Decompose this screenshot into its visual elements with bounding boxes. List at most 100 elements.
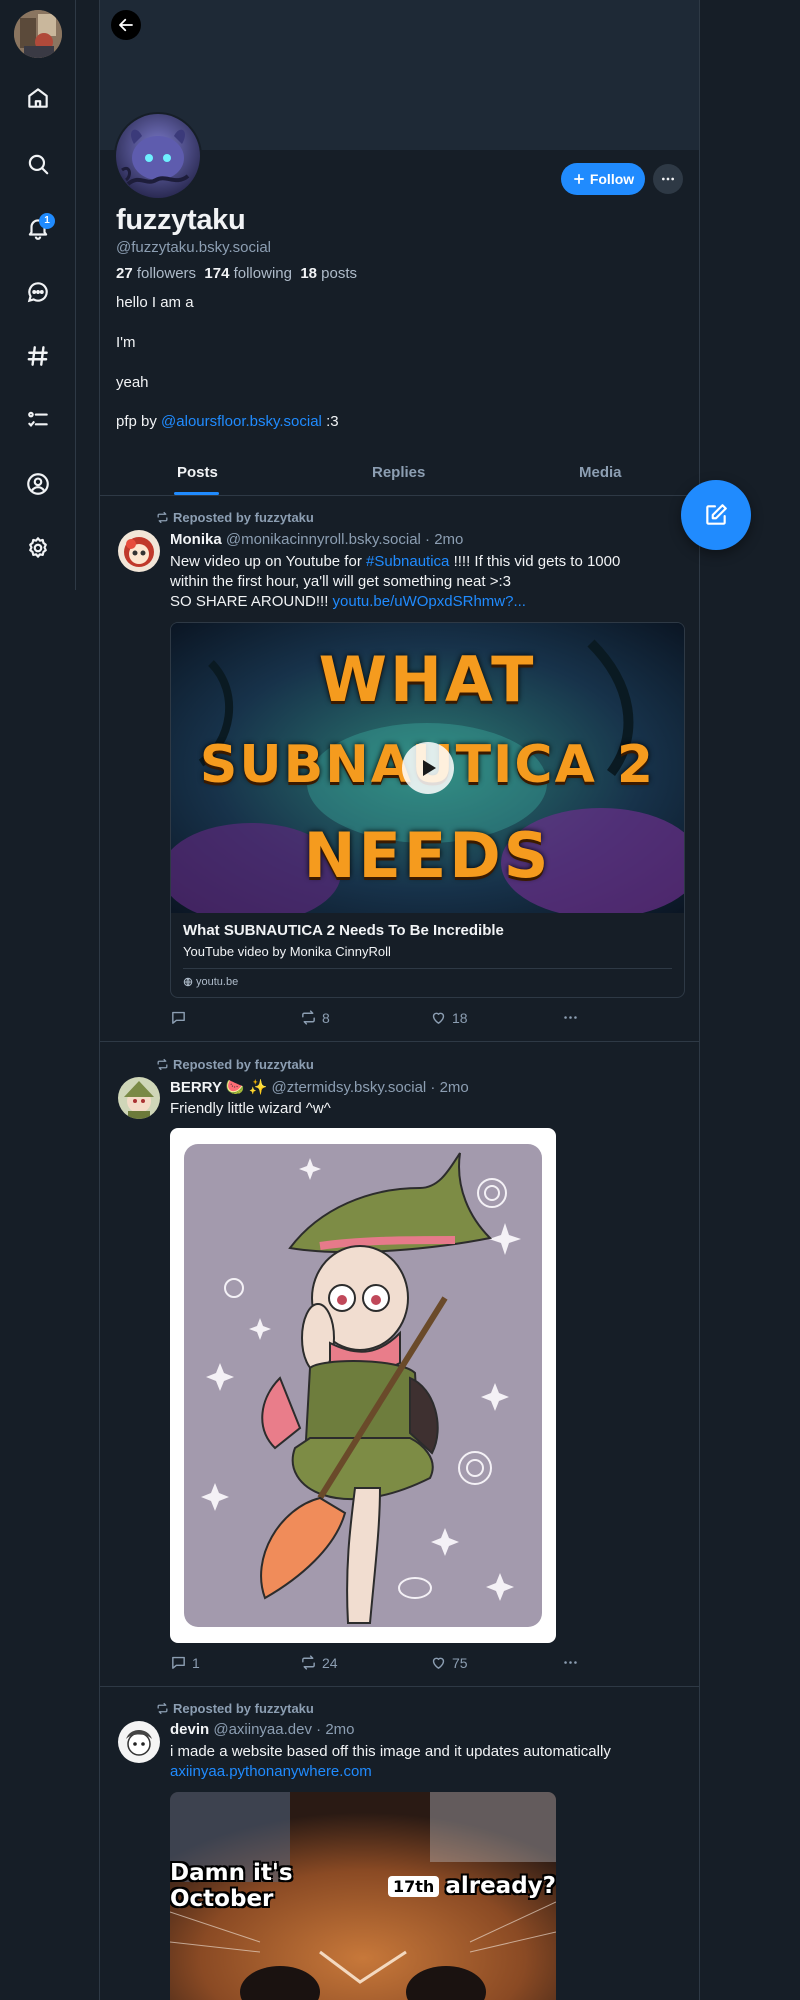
post-author-avatar[interactable] (118, 1077, 160, 1119)
external-link-card[interactable]: WHAT SUBNAUTICA 2 NEEDS What SUBNAUTICA … (170, 622, 685, 998)
post-link[interactable]: axiinyaa.pythonanywhere.com (170, 1762, 670, 1782)
image-caption-badge: 17th (388, 1875, 440, 1897)
globe-icon (183, 977, 193, 987)
profile-tabs: Posts Replies Media (100, 452, 699, 496)
post-header: devin @axiinyaa.dev · 2mo (170, 1721, 355, 1738)
repost-label: Reposted by fuzzytaku (173, 1701, 314, 1716)
repost-button[interactable]: 24 (300, 1654, 338, 1671)
posts-count: 18 (300, 265, 317, 282)
left-nav: 1 (0, 0, 76, 590)
following-label: following (233, 265, 292, 282)
link-card-domain: youtu.be (183, 976, 238, 988)
post-author-avatar[interactable] (118, 1721, 160, 1763)
thumbnail-text-bottom: NEEDS (303, 819, 552, 892)
like-count: 18 (452, 1009, 468, 1026)
current-user-avatar[interactable] (14, 10, 62, 58)
nav-settings[interactable] (22, 532, 54, 564)
posts-label: posts (321, 265, 358, 282)
profile-display-name: fuzzytaku (116, 204, 246, 236)
followers-link[interactable]: 27 followers (116, 265, 196, 282)
search-icon (28, 154, 49, 175)
link-card-title: What SUBNAUTICA 2 Needs To Be Incredible (183, 922, 504, 939)
repost-indicator[interactable]: Reposted by fuzzytaku (156, 510, 314, 525)
follow-label: Follow (589, 171, 635, 187)
repost-indicator[interactable]: Reposted by fuzzytaku (156, 1057, 314, 1072)
reply-button[interactable] (170, 1009, 192, 1026)
post-time[interactable]: · 2mo (316, 1721, 354, 1738)
post-text-part: within the first hour, ya'll will get so… (170, 573, 511, 590)
gear-icon (29, 537, 47, 558)
image-caption-part: Damn it's October (170, 1860, 293, 1912)
repost-button[interactable]: 8 (300, 1009, 330, 1026)
nav-search[interactable] (22, 148, 54, 180)
nav-feeds[interactable] (22, 340, 54, 372)
profile-more-button[interactable] (653, 164, 683, 194)
video-thumbnail[interactable]: WHAT SUBNAUTICA 2 NEEDS (171, 623, 684, 913)
post-text: i made a website based off this image an… (170, 1742, 670, 1782)
nav-home[interactable] (22, 82, 54, 114)
compose-button[interactable] (681, 480, 751, 550)
post-time[interactable]: · 2mo (425, 531, 463, 548)
tab-posts[interactable]: Posts (177, 464, 218, 481)
nav-notifications[interactable]: 1 (22, 212, 55, 244)
ellipsis-icon (564, 1661, 577, 1664)
play-icon (423, 760, 436, 776)
hashtag-icon (27, 346, 48, 366)
post-text-part: !!!! If this vid gets to 1000 (453, 553, 621, 570)
bio-pfp-suffix: :3 (326, 413, 339, 430)
image-caption: Damn it's October 17th already? (170, 1860, 556, 1912)
post-author-handle[interactable]: @axiinyaa.dev (213, 1721, 312, 1738)
bio-line: I'm (116, 334, 136, 351)
plus-icon (573, 174, 584, 184)
nav-profile[interactable] (22, 468, 54, 500)
profile-avatar[interactable] (114, 112, 202, 200)
post-actions: 8 18 (170, 1009, 590, 1029)
post-header: Monika @monikacinnyroll.bsky.social · 2m… (170, 531, 463, 548)
ellipsis-icon (662, 177, 674, 181)
post-more-button[interactable] (562, 1654, 579, 1671)
ellipsis-icon (564, 1016, 577, 1019)
reply-button[interactable]: 1 (170, 1654, 200, 1671)
follow-button[interactable]: Follow (561, 163, 645, 195)
post-author-name[interactable]: Monika (170, 531, 222, 548)
post-author-handle[interactable]: @ztermidsy.bsky.social (272, 1079, 427, 1096)
link-card-divider (183, 968, 672, 969)
thumbnail-text-top: WHAT (318, 643, 537, 716)
followers-count: 27 (116, 265, 133, 282)
repost-icon (302, 1655, 315, 1670)
post-author-avatar[interactable] (118, 530, 160, 572)
heart-icon (432, 1012, 445, 1024)
post-more-button[interactable] (562, 1009, 579, 1026)
list-icon (28, 411, 48, 428)
repost-indicator[interactable]: Reposted by fuzzytaku (156, 1701, 314, 1716)
arrow-left-icon (119, 18, 133, 32)
following-link[interactable]: 174 following (204, 265, 292, 282)
bio-mention-link[interactable]: @aloursfloor.bsky.social (161, 413, 322, 430)
repost-label: Reposted by fuzzytaku (173, 1057, 314, 1072)
post-text-part: i made a website based off this image an… (170, 1743, 611, 1760)
heart-icon (432, 1657, 445, 1669)
nav-chat[interactable] (22, 276, 54, 308)
post-divider (100, 1041, 699, 1042)
post-author-name[interactable]: devin (170, 1721, 209, 1738)
post-author-name[interactable]: BERRY 🍉 ✨ (170, 1079, 267, 1096)
repost-icon (157, 1058, 168, 1071)
post-divider (100, 1686, 699, 1687)
post-link[interactable]: youtu.be/uWOpxdSRhmw?... (333, 593, 526, 610)
post-actions: 1 24 75 (170, 1654, 590, 1674)
back-button[interactable] (111, 10, 141, 40)
tab-media[interactable]: Media (579, 464, 622, 481)
hashtag-link[interactable]: #Subnautica (366, 553, 449, 570)
reply-icon (172, 1656, 185, 1669)
compose-icon (706, 504, 727, 525)
like-button[interactable]: 18 (430, 1009, 468, 1026)
nav-lists[interactable] (22, 404, 54, 436)
post-image[interactable]: Damn it's October 17th already? (170, 1792, 556, 2000)
like-button[interactable]: 75 (430, 1654, 468, 1671)
post-time[interactable]: · 2mo (430, 1079, 468, 1096)
play-button[interactable] (402, 742, 454, 794)
reply-count: 1 (192, 1654, 200, 1671)
tab-replies[interactable]: Replies (372, 464, 425, 481)
post-author-handle[interactable]: @monikacinnyroll.bsky.social (226, 531, 421, 548)
post-image[interactable] (170, 1128, 556, 1643)
